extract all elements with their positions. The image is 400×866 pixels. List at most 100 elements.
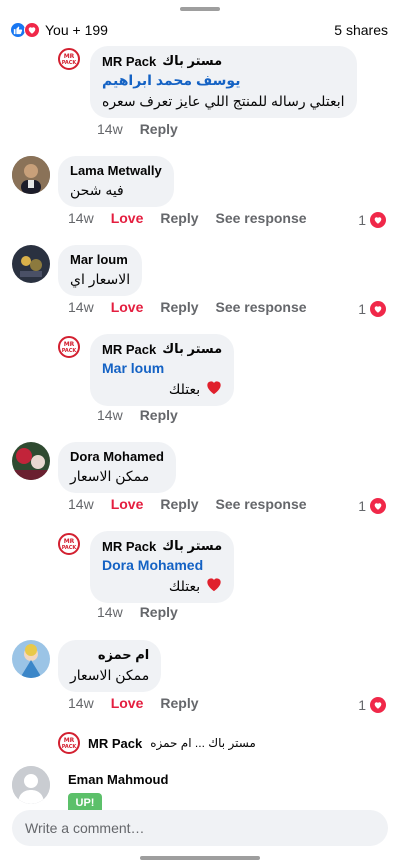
love-icon: [370, 301, 386, 317]
see-response-button[interactable]: See response: [216, 299, 307, 315]
comment-time: 14w: [97, 407, 123, 423]
comment-author[interactable]: MR Pack مستر باك: [102, 341, 222, 357]
svg-text:MR: MR: [64, 53, 75, 60]
comment-body: Eman Mahmoud UP!: [68, 772, 168, 813]
comment-author[interactable]: Eman Mahmoud: [68, 772, 168, 787]
comment-time: 14w: [97, 604, 123, 620]
comment-actions: 14w Reply: [97, 407, 195, 423]
avatar[interactable]: [12, 442, 50, 480]
comment-text: ممكن الاسعار: [70, 468, 150, 484]
home-indicator: [140, 856, 260, 860]
comment-bubble[interactable]: MR Pack مستر باك Dora Mohamed بعتلك: [90, 531, 235, 603]
comment-time: 14w: [68, 210, 94, 226]
reaction-count-number: 1: [358, 301, 366, 317]
drag-handle[interactable]: [180, 7, 220, 11]
comment-text-body: بعتلك: [168, 577, 201, 594]
reply-button[interactable]: Reply: [160, 299, 198, 315]
mr-pack-logo: MRPACK: [56, 334, 82, 360]
svg-text:PACK: PACK: [62, 545, 78, 551]
mention-link[interactable]: Dora Mohamed: [102, 557, 222, 573]
reply-button[interactable]: Reply: [140, 407, 178, 423]
shares-count[interactable]: 5 shares: [334, 22, 388, 38]
avatar[interactable]: [12, 640, 50, 678]
mention-link[interactable]: Mar loum: [102, 360, 222, 376]
reactions-count: You + 199: [45, 22, 108, 38]
reaction-count[interactable]: 1: [358, 498, 386, 514]
reaction-count[interactable]: 1: [358, 212, 386, 228]
comment-bubble[interactable]: Lama Metwally فيه شحن: [58, 156, 174, 207]
love-icon: [370, 498, 386, 514]
svg-text:PACK: PACK: [62, 60, 78, 66]
love-button[interactable]: Love: [111, 210, 144, 226]
comment-reply: MR PACK MR Pack مستر باك Dora Mohamed بعت…: [56, 531, 235, 603]
comment-input[interactable]: Write a comment…: [12, 810, 388, 846]
mr-pack-logo: MRPACK: [56, 730, 82, 756]
comment-author[interactable]: ام حمزه: [70, 647, 149, 663]
collapsed-reply-preview[interactable]: MR PACK MR Pack مستر باك ... ام حمزه: [56, 730, 256, 756]
comment-author[interactable]: MR Pack مستر باك: [102, 53, 345, 69]
heart-icon: [206, 577, 222, 595]
comment-actions: 14w Reply: [97, 121, 195, 137]
author-name-en: MR Pack: [102, 341, 157, 357]
reply-button[interactable]: Reply: [140, 121, 178, 137]
comment-bubble[interactable]: Dora Mohamed ممكن الاسعار: [58, 442, 176, 493]
comment-actions: 14w Love Reply See response: [68, 210, 324, 226]
comment-reply: MR PACK MR Pack مستر باك Mar loum بعتلك: [56, 334, 235, 406]
love-icon: [370, 697, 386, 713]
reply-button[interactable]: Reply: [160, 210, 198, 226]
comment-actions: 14w Love Reply: [68, 695, 216, 711]
reaction-count-number: 1: [358, 498, 366, 514]
comment-text: ابعتلي رساله للمنتج اللي عايز تعرف سعره: [102, 93, 345, 109]
author-name-ar: مستر باك: [162, 53, 223, 68]
comment-time: 14w: [68, 496, 94, 512]
comment-time: 14w: [68, 695, 94, 711]
comment-bubble[interactable]: Mar loum الاسعار اي: [58, 245, 143, 296]
reply-button[interactable]: Reply: [160, 496, 198, 512]
comment-text: الاسعار اي: [70, 271, 131, 287]
sheet-drag-area[interactable]: [0, 0, 400, 14]
comment-text: بعتلك: [102, 380, 222, 398]
reaction-count-number: 1: [358, 697, 366, 713]
page-avatar[interactable]: MR PACK: [56, 334, 82, 360]
comment: Dora Mohamed ممكن الاسعار: [12, 442, 176, 493]
reaction-count-number: 1: [358, 212, 366, 228]
avatar[interactable]: [12, 245, 50, 283]
mention-link[interactable]: يوسف محمد ابراهيم: [102, 72, 345, 89]
reactions-button[interactable]: You + 199: [10, 22, 108, 38]
comment-text-body: بعتلك: [168, 380, 201, 397]
comment: Mar loum الاسعار اي: [12, 245, 143, 296]
reply-button[interactable]: Reply: [160, 695, 198, 711]
comment-text: بعتلك: [102, 577, 222, 595]
see-response-button[interactable]: See response: [216, 210, 307, 226]
reply-author: MR Pack: [88, 735, 143, 751]
heart-icon: [206, 380, 222, 398]
svg-text:MR: MR: [64, 341, 75, 348]
reply-button[interactable]: Reply: [140, 604, 178, 620]
comment-author[interactable]: Lama Metwally: [70, 163, 162, 178]
comment-time: 14w: [68, 299, 94, 315]
love-button[interactable]: Love: [111, 496, 144, 512]
reaction-count[interactable]: 1: [358, 301, 386, 317]
comment-actions: 14w Love Reply See response: [68, 299, 324, 315]
comment-bubble[interactable]: MR Pack مستر باك يوسف محمد ابراهيم ابعتل…: [90, 46, 357, 118]
comment-reply: MR PACK MR Pack مستر باك يوسف محمد ابراهي…: [56, 46, 357, 118]
love-button[interactable]: Love: [111, 695, 144, 711]
comment-author[interactable]: MR Pack مستر باك: [102, 538, 222, 554]
comment-bubble[interactable]: ام حمزه ممكن الاسعار: [58, 640, 162, 692]
page-avatar[interactable]: MR PACK: [56, 46, 82, 72]
comment-author[interactable]: Mar loum: [70, 252, 130, 267]
comment-time: 14w: [97, 121, 123, 137]
avatar[interactable]: [12, 156, 50, 194]
comment-bubble[interactable]: MR Pack مستر باك Mar loum بعتلك: [90, 334, 235, 406]
see-response-button[interactable]: See response: [216, 496, 307, 512]
love-button[interactable]: Love: [111, 299, 144, 315]
reactions-summary: You + 199 5 shares: [0, 18, 400, 42]
svg-text:MR: MR: [64, 538, 75, 545]
reaction-count[interactable]: 1: [358, 697, 386, 713]
author-name-ar: مستر باك: [162, 341, 223, 356]
page-avatar[interactable]: MR PACK: [56, 531, 82, 557]
avatar[interactable]: [12, 766, 50, 804]
author-name-ar: مستر باك: [162, 538, 223, 553]
comment-input-placeholder: Write a comment…: [25, 820, 145, 836]
comment-author[interactable]: Dora Mohamed: [70, 449, 164, 464]
